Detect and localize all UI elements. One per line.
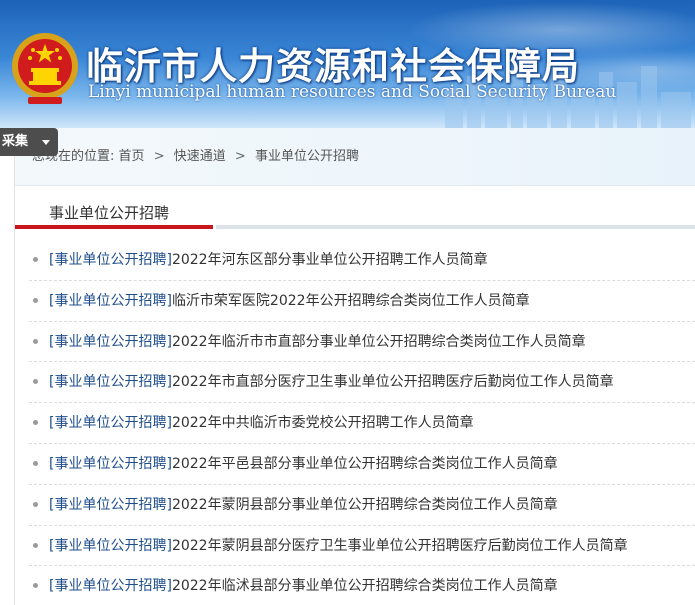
caret-down-icon [42, 140, 50, 145]
news-link[interactable]: [事业单位公开招聘]2022年河东区部分事业单位公开招聘工作人员简章 [49, 252, 488, 268]
bullet-icon [33, 501, 38, 507]
header-banner: 临沂市人力资源和社会保障局 Linyi municipal human reso… [0, 0, 695, 128]
breadcrumb-quick-access-link[interactable]: 快速通道 [174, 149, 226, 164]
bullet-icon [33, 460, 38, 466]
bullet-icon [33, 338, 38, 344]
breadcrumb-home-link[interactable]: 首页 [119, 149, 145, 164]
breadcrumb-current-link[interactable]: 事业单位公开招聘 [255, 149, 359, 164]
section-title: 事业单位公开招聘 [49, 204, 170, 222]
list-item: [事业单位公开招聘]2022年市直部分医疗卫生事业单位公开招聘医疗后勤岗位工作人… [29, 362, 695, 404]
list-item: [事业单位公开招聘]2022年蒙阴县部分事业单位公开招聘综合类岗位工作人员简章 [29, 485, 695, 526]
list-item: [事业单位公开招聘]2022年临沭县部分事业单位公开招聘综合类岗位工作人员简章 [29, 566, 695, 605]
list-item: [事业单位公开招聘]2022年河东区部分事业单位公开招聘工作人员简章 [29, 240, 695, 281]
list-item: [事业单位公开招聘]2022年平邑县部分事业单位公开招聘综合类岗位工作人员简章 [29, 444, 695, 485]
news-tag: [事业单位公开招聘] [49, 415, 172, 432]
breadcrumb-separator: > [234, 149, 246, 164]
news-title: 2022年中共临沂市委党校公开招聘工作人员简章 [171, 415, 474, 432]
bullet-icon [33, 257, 38, 262]
news-link[interactable]: [事业单位公开招聘]2022年市直部分医疗卫生事业单位公开招聘医疗后勤岗位工作人… [49, 374, 614, 390]
news-tag: [事业单位公开招聘] [49, 333, 172, 350]
news-tag: [事业单位公开招聘] [49, 496, 172, 513]
news-title: 2022年蒙阴县部分医疗卫生事业单位公开招聘医疗后勤岗位工作人员简章 [171, 537, 628, 554]
news-title: 临沂市荣军医院2022年公开招聘综合类岗位工作人员简章 [171, 292, 530, 309]
news-link[interactable]: [事业单位公开招聘]2022年临沭县部分事业单位公开招聘综合类岗位工作人员简章 [49, 578, 558, 594]
national-emblem-icon [12, 33, 78, 104]
collect-button[interactable]: 采集 [0, 128, 58, 156]
bullet-icon [33, 297, 38, 303]
section-underline-rule [216, 225, 695, 229]
news-title: 2022年平邑县部分事业单位公开招聘综合类岗位工作人员简章 [171, 455, 558, 472]
site-subtitle: Linyi municipal human resources and Soci… [88, 82, 617, 102]
breadcrumb: 您现在的位置: 首页 > 快速通道 > 事业单位公开招聘 [15, 128, 695, 186]
news-tag: [事业单位公开招聘] [49, 578, 172, 595]
news-link[interactable]: [事业单位公开招聘]2022年中共临沂市委党校公开招聘工作人员简章 [49, 415, 474, 431]
news-title: 2022年蒙阴县部分事业单位公开招聘综合类岗位工作人员简章 [171, 496, 558, 513]
list-item: [事业单位公开招聘]2022年蒙阴县部分医疗卫生事业单位公开招聘医疗后勤岗位工作… [29, 526, 695, 567]
news-title: 2022年临沂市市直部分事业单位公开招聘综合类岗位工作人员简章 [171, 333, 586, 350]
news-title: 2022年市直部分医疗卫生事业单位公开招聘医疗后勤岗位工作人员简章 [171, 374, 614, 391]
bullet-icon [33, 542, 38, 548]
list-item: [事业单位公开招聘]临沂市荣军医院2022年公开招聘综合类岗位工作人员简章 [29, 281, 695, 322]
news-link[interactable]: [事业单位公开招聘]2022年蒙阴县部分医疗卫生事业单位公开招聘医疗后勤岗位工作… [49, 538, 628, 554]
news-link[interactable]: [事业单位公开招聘]临沂市荣军医院2022年公开招聘综合类岗位工作人员简章 [49, 293, 530, 309]
news-link[interactable]: [事业单位公开招聘]2022年平邑县部分事业单位公开招聘综合类岗位工作人员简章 [49, 456, 558, 472]
news-link[interactable]: [事业单位公开招聘]2022年蒙阴县部分事业单位公开招聘综合类岗位工作人员简章 [49, 497, 558, 513]
news-title: 2022年临沭县部分事业单位公开招聘综合类岗位工作人员简章 [171, 578, 558, 595]
news-tag: [事业单位公开招聘] [49, 537, 172, 554]
bullet-icon [33, 583, 38, 589]
collect-button-label: 采集 [2, 134, 29, 149]
section-underline-accent [15, 225, 213, 229]
breadcrumb-separator: > [153, 149, 165, 164]
bullet-icon [33, 379, 38, 385]
news-tag: [事业单位公开招聘] [49, 252, 172, 268]
news-list: [事业单位公开招聘]2022年河东区部分事业单位公开招聘工作人员简章 [事业单位… [29, 240, 695, 605]
list-item: [事业单位公开招聘]2022年中共临沂市委党校公开招聘工作人员简章 [29, 403, 695, 444]
news-link[interactable]: [事业单位公开招聘]2022年临沂市市直部分事业单位公开招聘综合类岗位工作人员简… [49, 334, 586, 350]
bullet-icon [33, 420, 38, 426]
section-header: 事业单位公开招聘 [15, 196, 695, 230]
news-tag: [事业单位公开招聘] [49, 292, 172, 309]
list-item: [事业单位公开招聘]2022年临沂市市直部分事业单位公开招聘综合类岗位工作人员简… [29, 322, 695, 363]
news-tag: [事业单位公开招聘] [49, 374, 172, 391]
main-content: 您现在的位置: 首页 > 快速通道 > 事业单位公开招聘 事业单位公开招聘 [事… [14, 128, 695, 605]
news-title: 2022年河东区部分事业单位公开招聘工作人员简章 [171, 252, 488, 268]
news-tag: [事业单位公开招聘] [49, 455, 172, 472]
